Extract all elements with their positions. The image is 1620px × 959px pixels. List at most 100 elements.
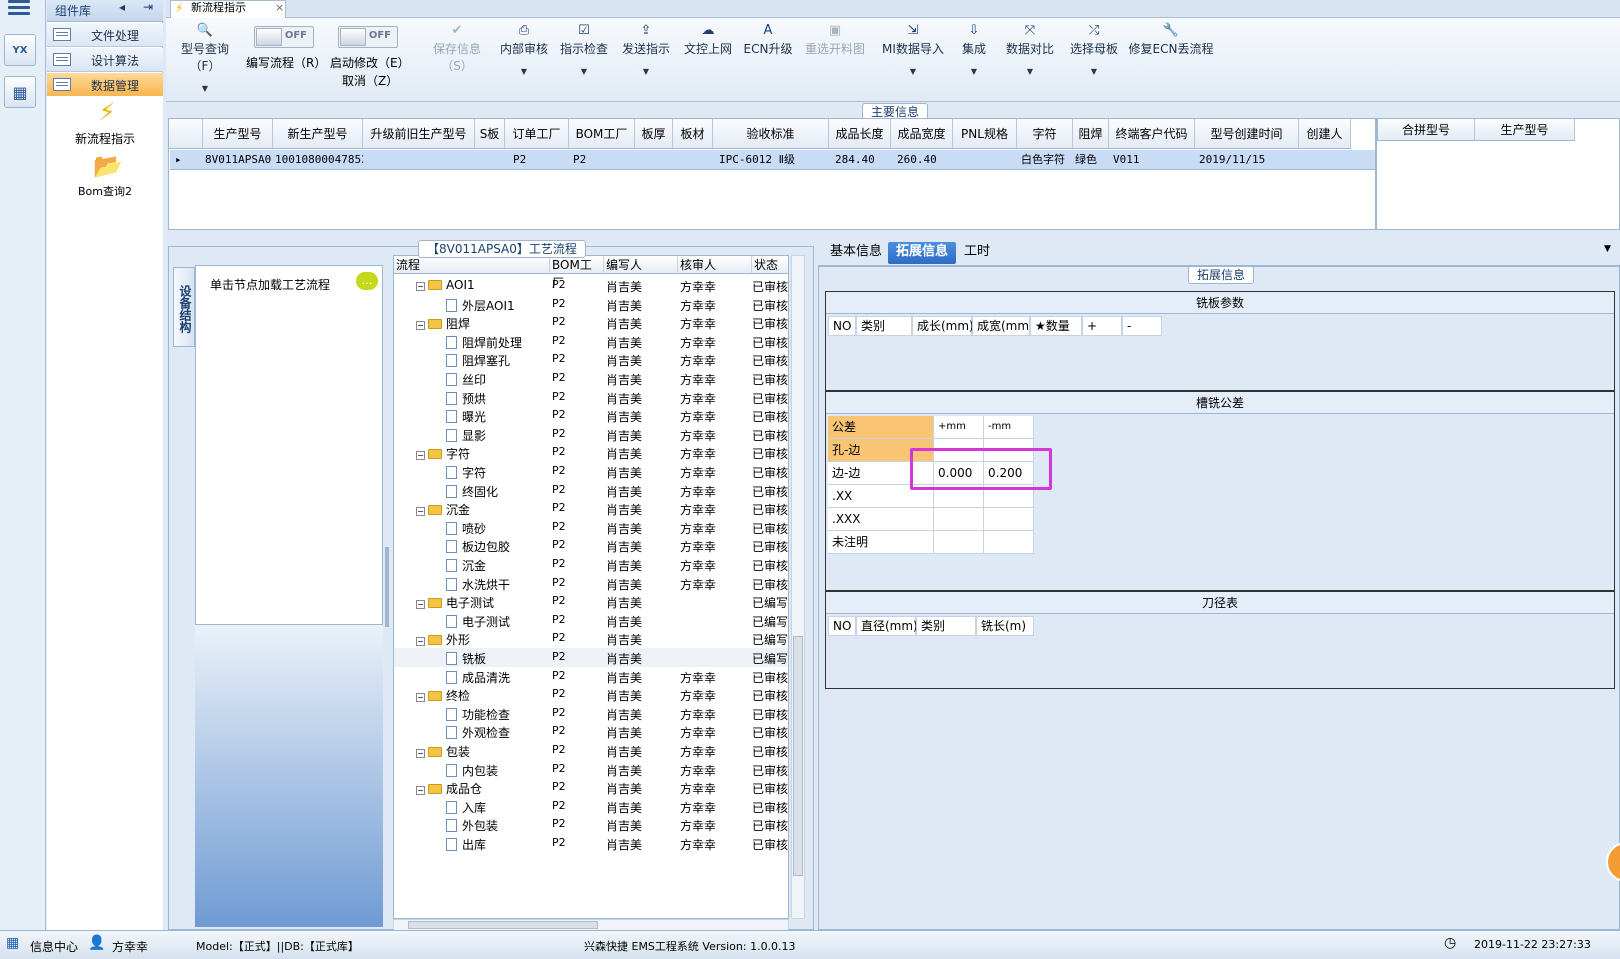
tree-row[interactable]: 内包装 P2 肖吉美 方幸幸 已审核: [394, 760, 788, 779]
tree-row[interactable]: − 终检 P2 肖吉美 方幸幸 已审核: [394, 685, 788, 704]
reviewer-cell[interactable]: 方幸幸: [680, 427, 716, 444]
status-cell[interactable]: 已审核: [752, 390, 788, 407]
reviewer-cell[interactable]: 方幸幸: [680, 780, 716, 797]
tree-row[interactable]: − 外形 P2 肖吉美 已编写: [394, 629, 788, 648]
status-cell[interactable]: 已审核: [752, 408, 788, 425]
chevron-down-icon[interactable]: ▼: [496, 67, 552, 76]
column-header[interactable]: -mm: [984, 416, 1034, 439]
column-header[interactable]: 验收标准: [713, 119, 829, 149]
writer-cell[interactable]: 肖吉美: [606, 371, 642, 388]
tree-row[interactable]: − 电子测试 P2 肖吉美 已编写: [394, 592, 788, 611]
reviewer-cell[interactable]: 方幸幸: [680, 557, 716, 574]
column-header[interactable]: 新生产型号: [273, 119, 363, 149]
tab-basic-info[interactable]: 基本信息: [822, 242, 890, 264]
bom-factory-cell[interactable]: P2: [552, 427, 566, 440]
tree-node-label[interactable]: − 沉金: [416, 501, 470, 518]
internal-audit-button[interactable]: ⎙ 内部审核 ▼: [496, 22, 552, 76]
table-cell[interactable]: 绿色: [1073, 150, 1109, 170]
table-cell[interactable]: IPC-6012 Ⅱ级: [713, 150, 829, 170]
writer-cell[interactable]: 肖吉美: [606, 538, 642, 555]
reviewer-cell[interactable]: 方幸幸: [680, 445, 716, 462]
reviewer-cell[interactable]: 方幸幸: [680, 483, 716, 500]
bom-factory-cell[interactable]: P2: [552, 557, 566, 570]
table-cell[interactable]: 8V011APSA0: [203, 150, 273, 170]
status-cell[interactable]: 已审核: [752, 836, 788, 853]
reviewer-cell[interactable]: 方幸幸: [680, 743, 716, 760]
status-cell[interactable]: 已审核: [752, 687, 788, 704]
status-cell[interactable]: 已编写: [752, 650, 788, 667]
column-header[interactable]: 板厚: [635, 119, 673, 149]
table-cell[interactable]: [673, 150, 713, 170]
scroll-thumb[interactable]: [408, 921, 598, 929]
side-tab-equipment-structure[interactable]: 设备结构: [173, 267, 195, 347]
tree-row[interactable]: − 字符 P2 肖吉美 方幸幸 已审核: [394, 443, 788, 462]
tree-row[interactable]: − AOI1 P2 肖吉美 方幸幸 已审核: [394, 276, 788, 295]
column-header[interactable]: BOM工厂: [569, 119, 635, 149]
tree-node-label[interactable]: 字符: [446, 464, 486, 481]
status-cell[interactable]: 已编写: [752, 613, 788, 630]
tree-node-label[interactable]: 水洗烘干: [446, 576, 510, 593]
add-row-button[interactable]: +: [1082, 316, 1122, 336]
column-header[interactable]: PNL规格: [953, 119, 1017, 149]
column-header[interactable]: 订单工厂: [505, 119, 569, 149]
writer-cell[interactable]: 肖吉美: [606, 464, 642, 481]
table-cell[interactable]: P2: [505, 150, 569, 170]
column-header[interactable]: 成宽(mm): [972, 316, 1034, 336]
reviewer-cell[interactable]: 方幸幸: [680, 724, 716, 741]
collapse-toggle-icon[interactable]: −: [416, 282, 425, 291]
table-cell[interactable]: [363, 150, 475, 170]
tree-row[interactable]: − 成品仓 P2 肖吉美 方幸幸 已审核: [394, 778, 788, 797]
writer-cell[interactable]: 肖吉美: [606, 297, 642, 314]
exit-icon[interactable]: ⇥: [143, 0, 153, 14]
tree-row[interactable]: 曝光 P2 肖吉美 方幸幸 已审核: [394, 406, 788, 425]
column-header[interactable]: 成品宽度: [891, 119, 953, 149]
tree-node-label[interactable]: 阻焊前处理: [446, 334, 522, 351]
bom-factory-cell[interactable]: P2: [552, 594, 566, 607]
tree-row[interactable]: 板边包胶 P2 肖吉美 方幸幸 已审核: [394, 536, 788, 555]
tree-node-label[interactable]: 出库: [446, 836, 486, 853]
column-header[interactable]: 状态: [752, 256, 788, 274]
status-cell[interactable]: 已审核: [752, 297, 788, 314]
column-header[interactable]: 型号创建时间: [1195, 119, 1299, 149]
tree-node-label[interactable]: 内包装: [446, 762, 498, 779]
bom-factory-cell[interactable]: P2: [552, 724, 566, 737]
status-cell[interactable]: 已审核: [752, 743, 788, 760]
tree-node-label[interactable]: 喷砂: [446, 520, 486, 537]
collapse-toggle-icon[interactable]: −: [416, 637, 425, 647]
tree-node-label[interactable]: 外层AOI1: [446, 297, 515, 314]
tree-node-label[interactable]: 预烘: [446, 390, 486, 407]
chevron-down-icon[interactable]: ▼: [1064, 67, 1124, 76]
column-header[interactable]: NO: [828, 616, 856, 636]
writer-cell[interactable]: 肖吉美: [606, 836, 642, 853]
column-header[interactable]: ★数量: [1030, 316, 1082, 336]
writer-cell[interactable]: 肖吉美: [606, 669, 642, 686]
tree-node-label[interactable]: − 成品仓: [416, 780, 482, 797]
column-header[interactable]: 铣长(m): [976, 616, 1034, 636]
table-cell[interactable]: 284.40: [829, 150, 891, 170]
chevron-down-icon[interactable]: ▼: [952, 67, 996, 76]
collapse-toggle-icon[interactable]: −: [416, 600, 425, 610]
column-header[interactable]: 成长(mm): [912, 316, 974, 336]
model-query-button[interactable]: 🔍 型号查询（F） ▼: [170, 22, 240, 93]
reviewer-cell[interactable]: 方幸幸: [680, 278, 716, 295]
reviewer-cell[interactable]: 方幸幸: [680, 297, 716, 314]
reviewer-cell[interactable]: 方幸幸: [680, 390, 716, 407]
write-process-toggle[interactable]: OFF: [254, 26, 314, 48]
column-header[interactable]: 字符: [1017, 119, 1073, 149]
tab-work-hours[interactable]: 工时: [956, 242, 998, 264]
column-header[interactable]: S板: [475, 119, 505, 149]
bom-factory-cell[interactable]: P2: [552, 669, 566, 682]
writer-cell[interactable]: 肖吉美: [606, 743, 642, 760]
status-cell[interactable]: 已审核: [752, 669, 788, 686]
column-header[interactable]: 直径(mm): [856, 616, 918, 636]
bom-factory-cell[interactable]: P2: [552, 371, 566, 384]
instruction-check-button[interactable]: ☑ 指示检查 ▼: [556, 22, 612, 76]
collapse-toggle-icon[interactable]: −: [416, 693, 425, 703]
tolerance-minus-input[interactable]: [984, 531, 1034, 554]
status-cell[interactable]: 已审核: [752, 724, 788, 741]
column-header[interactable]: BOM工厂: [550, 256, 604, 290]
status-cell[interactable]: 已审核: [752, 371, 788, 388]
panel-splitter[interactable]: [385, 547, 389, 627]
reviewer-cell[interactable]: 方幸幸: [680, 817, 716, 834]
status-cell[interactable]: 已审核: [752, 799, 788, 816]
